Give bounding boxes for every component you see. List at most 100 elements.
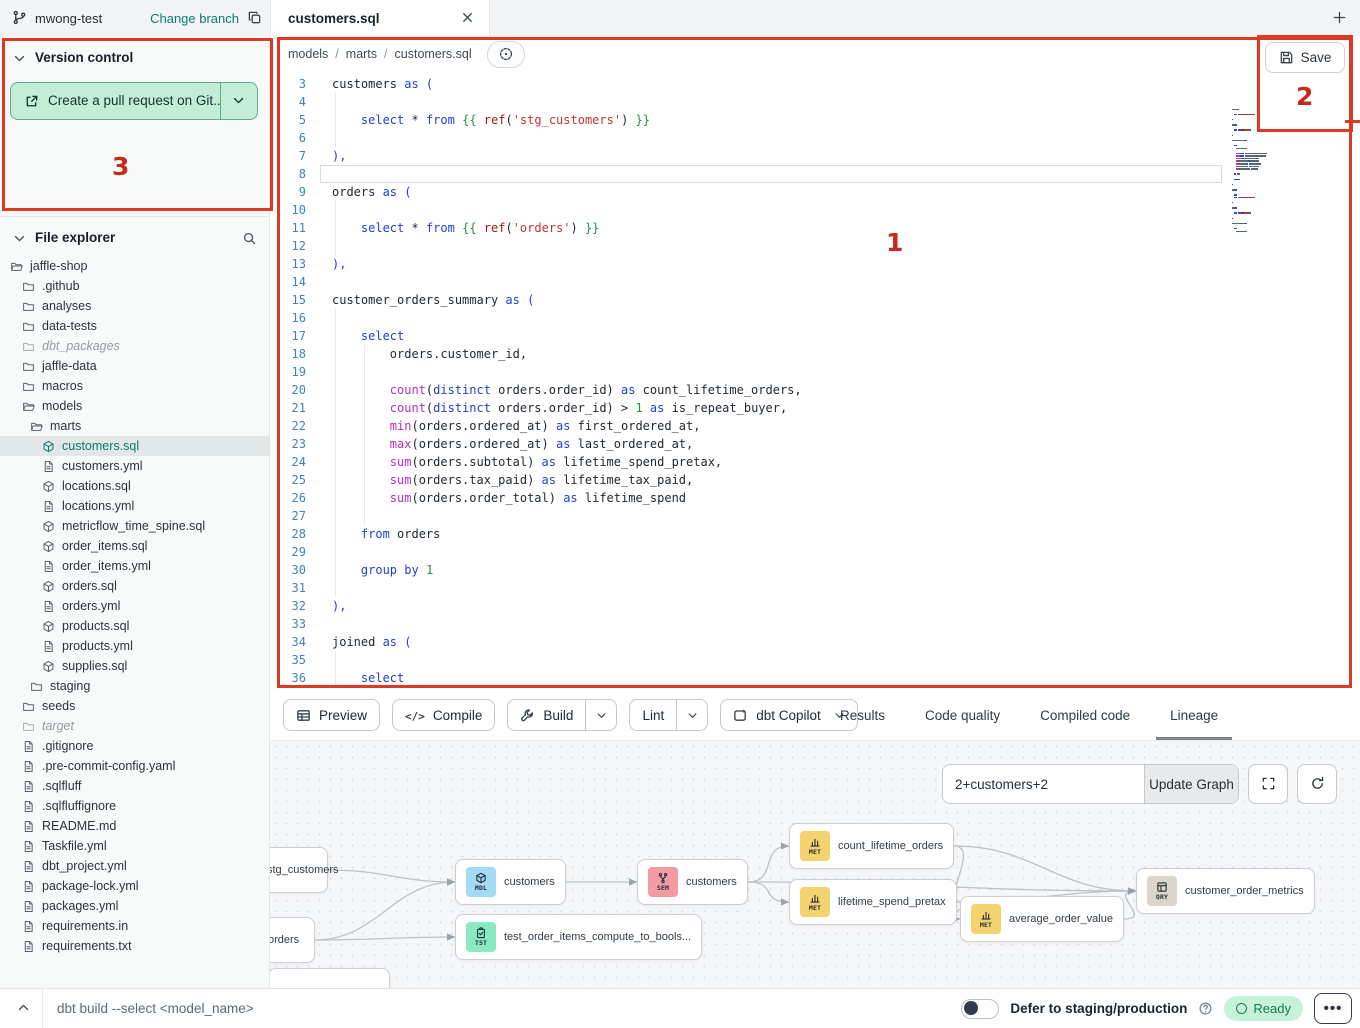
pull-request-dropdown-caret[interactable] <box>220 83 257 119</box>
code-line-18[interactable]: 18 orders.customer_id, <box>270 345 1360 363</box>
tree-item-package-lock-yml[interactable]: package-lock.yml <box>0 876 269 896</box>
search-icon[interactable] <box>242 230 257 246</box>
tree-item-metricflow-time-spine-sql[interactable]: metricflow_time_spine.sql <box>0 516 269 536</box>
tree-item--pre-commit-config-yaml[interactable]: .pre-commit-config.yaml <box>0 756 269 776</box>
tree-item--sqlfluffignore[interactable]: .sqlfluffignore <box>0 796 269 816</box>
lineage-node-customer_order_metrics[interactable]: QRYcustomer_order_metrics <box>1136 868 1315 914</box>
tab-code-quality[interactable]: Code quality <box>911 690 1014 740</box>
code-line-20[interactable]: 20 count(distinct orders.order_id) as co… <box>270 381 1360 399</box>
tree-item-models[interactable]: models <box>0 396 269 416</box>
tree-item-dbt-project-yml[interactable]: dbt_project.yml <box>0 856 269 876</box>
lineage-node-lifetime_spend_pretax[interactable]: METlifetime_spend_pretax <box>789 879 957 925</box>
close-icon[interactable] <box>460 9 475 27</box>
code-line-21[interactable]: 21 count(distinct orders.order_id) > 1 a… <box>270 399 1360 417</box>
code-line-16[interactable]: 16 <box>270 309 1360 327</box>
tree-item-taskfile-yml[interactable]: Taskfile.yml <box>0 836 269 856</box>
lineage-node-count_lifetime_orders[interactable]: METcount_lifetime_orders <box>789 823 954 869</box>
version-control-header[interactable]: Version control <box>0 36 269 74</box>
breadcrumb-item[interactable]: models <box>288 47 328 61</box>
code-line-36[interactable]: 36 select <box>270 669 1360 687</box>
tree-item--sqlfluff[interactable]: .sqlfluff <box>0 776 269 796</box>
lineage-node-customers_mdl[interactable]: MDLcustomers <box>455 859 566 905</box>
tree-item-order-items-yml[interactable]: order_items.yml <box>0 556 269 576</box>
button-main[interactable]: </>Compile <box>393 700 494 730</box>
copilot-pill-button[interactable] <box>487 41 525 68</box>
build-button[interactable]: Build <box>507 699 617 731</box>
tree-item-products-sql[interactable]: products.sql <box>0 616 269 636</box>
tree-item-target[interactable]: target <box>0 716 269 736</box>
tab-lineage[interactable]: Lineage <box>1156 690 1232 740</box>
code-line-14[interactable]: 14 <box>270 273 1360 291</box>
copy-icon[interactable] <box>247 9 262 27</box>
code-line-30[interactable]: 30 group by 1 <box>270 561 1360 579</box>
breadcrumb-item[interactable]: marts <box>346 47 377 61</box>
code-line-33[interactable]: 33 <box>270 615 1360 633</box>
code-line-12[interactable]: 12 <box>270 237 1360 255</box>
tree-item-dbt-packages[interactable]: dbt_packages <box>0 336 269 356</box>
code-line-9[interactable]: 9orders as ( <box>270 183 1360 201</box>
code-line-24[interactable]: 24 sum(orders.subtotal) as lifetime_spen… <box>270 453 1360 471</box>
file-explorer-header[interactable]: File explorer <box>0 217 269 252</box>
tree-item-requirements-in[interactable]: requirements.in <box>0 916 269 936</box>
code-line-26[interactable]: 26 sum(orders.order_total) as lifetime_s… <box>270 489 1360 507</box>
code-line-10[interactable]: 10 <box>270 201 1360 219</box>
tree-item--gitignore[interactable]: .gitignore <box>0 736 269 756</box>
button-main[interactable]: Preview <box>284 700 379 730</box>
code-line-34[interactable]: 34joined as ( <box>270 633 1360 651</box>
more-options-button[interactable]: ••• <box>1314 993 1352 1024</box>
lineage-node-partial[interactable] <box>270 968 390 989</box>
code-line-3[interactable]: 3customers as ( <box>270 75 1360 93</box>
tree-item-requirements-txt[interactable]: requirements.txt <box>0 936 269 956</box>
lineage-node-stg_customers[interactable]: MDLstg_customers <box>270 847 328 893</box>
tab-compiled-code[interactable]: Compiled code <box>1026 690 1144 740</box>
lineage-selector-input[interactable] <box>943 765 1144 803</box>
code-line-17[interactable]: 17 select <box>270 327 1360 345</box>
compile-button[interactable]: </>Compile <box>392 699 495 731</box>
lint-button[interactable]: Lint <box>629 699 708 731</box>
lineage-panel[interactable]: MDLstg_customers MDLorders MDLcustomers TST… <box>270 740 1360 989</box>
tree-item-data-tests[interactable]: data-tests <box>0 316 269 336</box>
breadcrumb-item[interactable]: customers.sql <box>395 47 472 61</box>
button-main[interactable]: Build <box>508 700 585 730</box>
code-line-22[interactable]: 22 min(orders.ordered_at) as first_order… <box>270 417 1360 435</box>
tree-item--github[interactable]: .github <box>0 276 269 296</box>
tree-item-staging[interactable]: staging <box>0 676 269 696</box>
tree-item-products-yml[interactable]: products.yml <box>0 636 269 656</box>
button-main[interactable]: dbt Copilot <box>721 700 833 730</box>
lineage-node-test_bools[interactable]: TSTtest_order_items_compute_to_bools... <box>455 914 702 960</box>
tree-item-analyses[interactable]: analyses <box>0 296 269 316</box>
tree-item-jaffle-data[interactable]: jaffle-data <box>0 356 269 376</box>
code-area[interactable]: 23customers as (45 select * from {{ ref(… <box>270 72 1360 690</box>
code-line-35[interactable]: 35 <box>270 651 1360 669</box>
button-main[interactable]: Lint <box>630 700 676 730</box>
lineage-node-orders[interactable]: MDLorders <box>270 917 315 963</box>
code-line-5[interactable]: 5 select * from {{ ref('stg_customers') … <box>270 111 1360 129</box>
tree-item-customers-yml[interactable]: customers.yml <box>0 456 269 476</box>
code-line-29[interactable]: 29 <box>270 543 1360 561</box>
code-line-8[interactable]: 8 <box>270 165 1360 183</box>
tree-item-jaffle-shop[interactable]: jaffle-shop <box>0 256 269 276</box>
code-line-6[interactable]: 6 <box>270 129 1360 147</box>
code-line-11[interactable]: 11 select * from {{ ref('orders') }} <box>270 219 1360 237</box>
code-line-4[interactable]: 4 <box>270 93 1360 111</box>
command-input[interactable]: dbt build --select <model_name> <box>57 989 254 1028</box>
create-pull-request-main[interactable]: Create a pull request on Git... <box>11 83 220 119</box>
tree-item-supplies-sql[interactable]: supplies.sql <box>0 656 269 676</box>
lineage-node-average_order_value[interactable]: METaverage_order_value <box>960 896 1124 942</box>
tree-item-orders-yml[interactable]: orders.yml <box>0 596 269 616</box>
preview-button[interactable]: Preview <box>283 699 380 731</box>
tree-item-seeds[interactable]: seeds <box>0 696 269 716</box>
code-line-7[interactable]: 7), <box>270 147 1360 165</box>
chevron-up-icon[interactable] <box>16 999 31 1017</box>
tree-item-orders-sql[interactable]: orders.sql <box>0 576 269 596</box>
help-icon[interactable] <box>1198 1000 1213 1018</box>
create-pull-request-button[interactable]: Create a pull request on Git... <box>10 82 258 120</box>
tree-item-packages-yml[interactable]: packages.yml <box>0 896 269 916</box>
fullscreen-button[interactable] <box>1248 764 1288 804</box>
code-line-23[interactable]: 23 max(orders.ordered_at) as last_ordere… <box>270 435 1360 453</box>
minimap[interactable] <box>1232 106 1320 238</box>
code-line-15[interactable]: 15customer_orders_summary as ( <box>270 291 1360 309</box>
tree-item-marts[interactable]: marts <box>0 416 269 436</box>
tree-item-macros[interactable]: macros <box>0 376 269 396</box>
refresh-button[interactable] <box>1297 764 1337 804</box>
